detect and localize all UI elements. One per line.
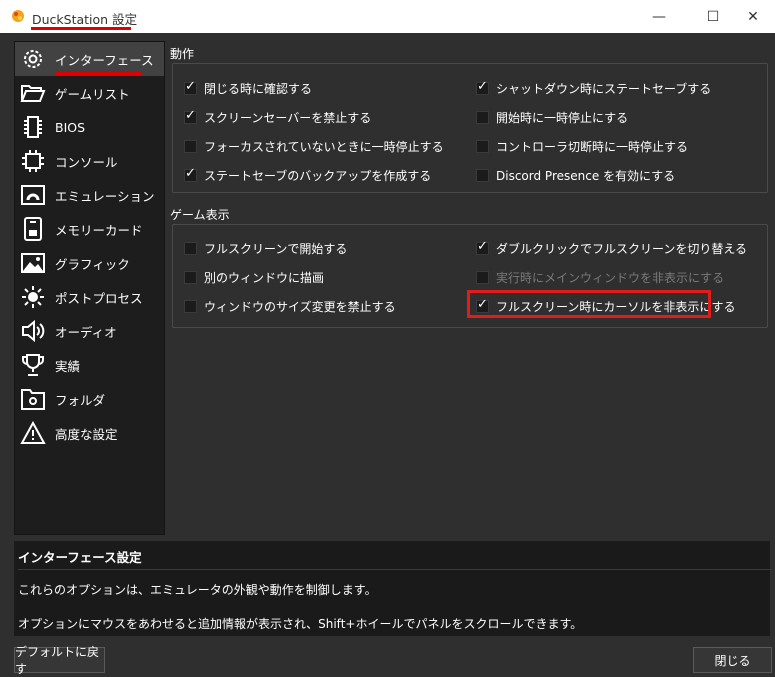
close-button[interactable]: 閉じる (693, 647, 772, 673)
description-title: インターフェース設定 (18, 550, 142, 565)
checkbox-box[interactable] (476, 140, 489, 153)
game-display-group-title: ゲーム表示 (170, 208, 230, 222)
chip-icon (19, 114, 47, 140)
checkbox-box[interactable] (184, 271, 197, 284)
checkbox-box[interactable] (476, 239, 489, 255)
checkbox-label: フルスクリーンで開始する (204, 242, 348, 256)
sidebar-item-achievements[interactable]: 実績 (15, 348, 164, 382)
sidebar-item-game-list[interactable]: ゲームリスト (15, 76, 164, 110)
sidebar-item-label: BIOS (55, 119, 86, 135)
checkbox-box[interactable] (184, 300, 197, 313)
sidebar-item-folders[interactable]: フォルダ (15, 382, 164, 416)
description-divider (18, 569, 772, 570)
sidebar-item-label: メモリーカード (55, 222, 143, 238)
sidebar-item-memory-card[interactable]: メモリーカード (15, 212, 164, 246)
description-hint: オプションにマウスをあわせると追加情報が表示され、Shift+ホイールでパネルを… (18, 617, 583, 631)
sidebar-item-label: グラフィック (55, 256, 130, 272)
checkbox-box[interactable] (476, 111, 489, 124)
folder-open-icon (19, 80, 47, 106)
checkbox-box[interactable] (184, 242, 197, 255)
settings-content: 動作 閉じる時に確認する シャットダウン時にステートセーブする スクリーンセーバ… (170, 41, 770, 533)
sidebar-item-label: 実績 (55, 358, 81, 374)
emulation-icon (19, 182, 47, 208)
sidebar-item-label: フォルダ (55, 392, 106, 408)
sidebar-item-label: ゲームリスト (55, 86, 130, 102)
checkbox-label: 閉じる時に確認する (204, 82, 313, 96)
double-click-fullscreen-checkbox[interactable]: ダブルクリックでフルスクリーンを切り替える (476, 239, 748, 257)
memory-card-icon (19, 216, 47, 242)
checkbox-label: コントローラ切断時に一時停止する (496, 140, 689, 154)
sidebar-item-console[interactable]: コンソール (15, 144, 164, 178)
sidebar-item-label: コンソール (55, 154, 118, 170)
brightness-icon (19, 284, 47, 310)
sidebar-item-label: 高度な設定 (55, 426, 118, 442)
description-text: これらのオプションは、エミュレータの外観や動作を制御します。 (18, 583, 377, 597)
checkbox-label: スクリーンセーバーを禁止する (204, 111, 372, 125)
gear-icon (19, 46, 47, 72)
checkbox-label: 実行時にメインウィンドウを非表示にする (496, 271, 725, 285)
inhibit-screensaver-checkbox[interactable]: スクリーンセーバーを禁止する (184, 108, 372, 126)
behavior-groupbox: 閉じる時に確認する シャットダウン時にステートセーブする スクリーンセーバーを禁… (172, 63, 768, 193)
title-annotation-underline (31, 27, 131, 30)
sidebar-item-label: エミュレーション (55, 188, 155, 204)
folder-settings-icon (19, 386, 47, 412)
create-save-state-backups-checkbox[interactable]: ステートセーブのバックアップを作成する (184, 166, 432, 184)
checkbox-label: ステートセーブのバックアップを作成する (204, 169, 432, 183)
hide-main-window-checkbox: 実行時にメインウィンドウを非表示にする (476, 269, 724, 286)
checkbox-label: 開始時に一時停止にする (496, 111, 629, 125)
settings-sidebar: インターフェース ゲームリスト BIOS コンソール エミュレーション メモリー… (14, 41, 165, 535)
speaker-icon (19, 318, 47, 344)
window-title: DuckStation 設定 (32, 12, 138, 27)
sidebar-item-post-processing[interactable]: ポストプロセス (15, 280, 164, 314)
checkbox-label: シャットダウン時にステートセーブする (496, 82, 712, 96)
save-state-on-shutdown-checkbox[interactable]: シャットダウン時にステートセーブする (476, 79, 712, 97)
checkbox-label: 別のウィンドウに描画 (204, 271, 325, 285)
checkbox-box (476, 271, 489, 284)
checkbox-label: ウィンドウのサイズ変更を禁止する (204, 300, 396, 314)
pause-on-focus-loss-checkbox[interactable]: フォーカスされていないときに一時停止する (184, 138, 444, 155)
disable-window-resize-checkbox[interactable]: ウィンドウのサイズ変更を禁止する (184, 298, 396, 315)
start-fullscreen-checkbox[interactable]: フルスクリーンで開始する (184, 240, 347, 257)
cpu-icon (19, 148, 47, 174)
pause-on-controller-disconnect-checkbox[interactable]: コントローラ切断時に一時停止する (476, 138, 688, 155)
close-window-button[interactable]: ✕ (730, 0, 775, 33)
checkbox-box[interactable] (184, 166, 197, 182)
confirm-on-close-checkbox[interactable]: 閉じる時に確認する (184, 79, 313, 97)
sidebar-item-label: ポストプロセス (55, 290, 143, 306)
duckstation-logo-icon (12, 10, 24, 22)
title-bar: DuckStation 設定 — ☐ ✕ (0, 0, 775, 33)
minimize-button[interactable]: — (636, 0, 682, 33)
image-icon (19, 250, 47, 276)
sidebar-item-advanced[interactable]: 高度な設定 (15, 416, 164, 450)
active-annotation-underline (56, 72, 142, 75)
highlight-annotation-box (467, 290, 711, 318)
trophy-icon (19, 352, 47, 378)
checkbox-box[interactable] (184, 79, 197, 95)
checkbox-box[interactable] (184, 108, 197, 124)
checkbox-box[interactable] (476, 169, 489, 182)
sidebar-item-audio[interactable]: オーディオ (15, 314, 164, 348)
checkbox-label: ダブルクリックでフルスクリーンを切り替える (496, 242, 748, 256)
sidebar-item-emulation[interactable]: エミュレーション (15, 178, 164, 212)
sidebar-item-graphics[interactable]: グラフィック (15, 246, 164, 280)
discord-presence-checkbox[interactable]: Discord Presence を有効にする (476, 167, 675, 184)
restore-defaults-button[interactable]: デフォルトに戻す (14, 645, 105, 676)
warning-icon (19, 420, 47, 446)
checkbox-label: フォーカスされていないときに一時停止する (204, 140, 444, 154)
checkbox-label: Discord Presence を有効にする (496, 169, 676, 183)
description-panel: インターフェース設定 これらのオプションは、エミュレータの外観や動作を制御します… (14, 541, 772, 636)
sidebar-item-interface[interactable]: インターフェース (15, 42, 164, 76)
render-to-separate-window-checkbox[interactable]: 別のウィンドウに描画 (184, 269, 324, 286)
pause-on-start-checkbox[interactable]: 開始時に一時停止にする (476, 109, 628, 126)
checkbox-box[interactable] (476, 79, 489, 95)
sidebar-item-bios[interactable]: BIOS (15, 110, 164, 144)
sidebar-item-label: インターフェース (55, 52, 154, 68)
checkbox-box[interactable] (184, 140, 197, 153)
sidebar-item-label: オーディオ (55, 324, 117, 340)
behavior-group-title: 動作 (170, 47, 195, 61)
